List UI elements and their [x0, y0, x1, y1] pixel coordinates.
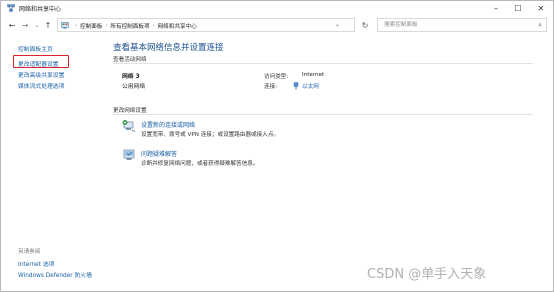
troubleshoot-problems-description: 诊断并修复网络问题，或者获得疑难解答信息。	[141, 161, 259, 167]
network-sharing-center-window: 网络和共享中心 – ☐ ✕ ← → ⌄ ↑ › 控制面板 › 所有控制面板项 ›…	[0, 0, 554, 292]
left-navigation-pane: 控制面板主页 更改适配器设置 更改高级共享设置 媒体流式处理选项 另请参阅 In…	[1, 35, 105, 291]
setup-new-connection-description: 设置宽带、拨号或 VPN 连接；或设置路由器或接入点。	[141, 132, 280, 138]
new-connection-icon	[122, 120, 136, 132]
see-also-heading: 另请参阅	[18, 249, 41, 255]
title-bar: 网络和共享中心 – ☐ ✕	[1, 1, 553, 15]
main-content: 查看基本网络信息并设置连接 查看活动网络 网络 3 公用网络 访问类型: Int…	[113, 35, 543, 291]
back-arrow-icon[interactable]: ←	[7, 19, 17, 31]
page-title: 查看基本网络信息并设置连接	[113, 43, 224, 53]
network-app-icon	[7, 4, 15, 12]
connections-label: 连接:	[264, 84, 278, 90]
maximize-button[interactable]: ☐	[507, 1, 529, 15]
section-divider	[113, 114, 533, 115]
watermark: CSDN @单手入天象	[367, 267, 487, 282]
sidebar-item-media-streaming[interactable]: 媒体流式处理选项	[18, 81, 64, 90]
network-name: 网络 3	[122, 74, 140, 80]
breadcrumb-separator: ›	[105, 23, 108, 29]
refresh-icon[interactable]: ↻	[358, 18, 372, 32]
breadcrumb-item-control-panel[interactable]: 控制面板	[80, 22, 102, 30]
up-arrow-icon[interactable]: ↑	[43, 19, 53, 31]
access-type-value: Internet	[302, 72, 325, 78]
close-button[interactable]: ✕	[530, 1, 552, 15]
access-type-label: 访问类型:	[264, 74, 289, 80]
network-category: 公用网络	[122, 84, 146, 90]
control-panel-icon	[61, 22, 69, 29]
setup-new-connection-link[interactable]: 设置新的连接或网络	[141, 120, 195, 129]
forward-arrow-icon[interactable]: →	[20, 19, 30, 31]
ethernet-icon	[293, 82, 299, 90]
minimize-button[interactable]: –	[485, 1, 507, 15]
troubleshoot-icon	[123, 149, 135, 160]
address-dropdown-chevron-icon[interactable]: ⌄	[335, 21, 340, 28]
troubleshoot-problems-link[interactable]: 问题疑难解答	[141, 149, 177, 158]
ethernet-connection-link[interactable]: 以太网	[302, 82, 319, 90]
breadcrumb: › 控制面板 › 所有控制面板项 › 网络和共享中心	[72, 22, 197, 30]
address-bar[interactable]: › 控制面板 › 所有控制面板项 › 网络和共享中心 ⌄	[57, 18, 355, 32]
sidebar-item-change-adapter-settings[interactable]: 更改适配器设置	[18, 59, 59, 68]
recent-locations-chevron-icon[interactable]: ⌄	[32, 19, 42, 31]
window-title: 网络和共享中心	[19, 6, 62, 13]
breadcrumb-item-network-center[interactable]: 网络和共享中心	[158, 22, 197, 30]
see-also-firewall-link[interactable]: Windows Defender 防火墙	[18, 270, 92, 279]
sidebar-item-change-advanced-sharing[interactable]: 更改高级共享设置	[18, 70, 64, 79]
see-also-internet-options-link[interactable]: Internet 选项	[18, 259, 54, 268]
search-box[interactable]: ⌕	[377, 18, 547, 32]
section-divider	[113, 63, 533, 64]
search-icon[interactable]: ⌕	[538, 21, 542, 30]
breadcrumb-separator: ›	[152, 23, 155, 29]
control-panel-home-link[interactable]: 控制面板主页	[18, 44, 53, 53]
search-input[interactable]	[384, 19, 534, 31]
breadcrumb-separator: ›	[75, 23, 77, 29]
change-network-settings-label: 更改网络设置	[113, 108, 147, 114]
active-networks-label: 查看活动网络	[113, 57, 147, 63]
breadcrumb-item-all-items[interactable]: 所有控制面板项	[110, 22, 149, 30]
navigation-bar: ← → ⌄ ↑ › 控制面板 › 所有控制面板项 › 网络和共享中心 ⌄ ↻ 搜…	[1, 15, 553, 35]
